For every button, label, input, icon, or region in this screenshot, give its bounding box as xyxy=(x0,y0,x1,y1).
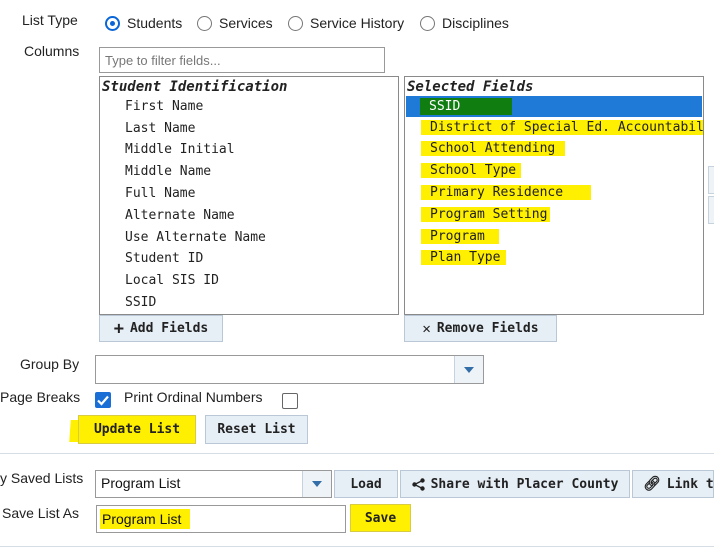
selected-field-item[interactable]: Program Setting xyxy=(421,207,551,222)
columns-label: Columns xyxy=(24,43,80,59)
section-divider xyxy=(0,453,714,454)
selected-field-item[interactable]: District of Special Ed. Accountability xyxy=(421,120,703,135)
saved-lists-value: Program List xyxy=(101,475,181,491)
radio-students[interactable]: Students xyxy=(105,15,182,31)
remove-fields-button[interactable]: ✕ Remove Fields xyxy=(404,315,557,342)
close-icon: ✕ xyxy=(422,320,431,337)
available-field-item[interactable]: First Name xyxy=(125,99,203,114)
radio-service-history-label: Service History xyxy=(310,15,405,31)
selected-field-item[interactable]: Plan Type xyxy=(421,250,507,265)
group-by-label: Group By xyxy=(20,356,80,372)
page-breaks-label: Page Breaks xyxy=(0,389,81,405)
link-label: Link to xyxy=(666,476,714,492)
share-button[interactable]: Share with Placer County xyxy=(400,470,630,498)
radio-services-label: Services xyxy=(219,15,273,31)
selected-field-item[interactable]: School Type xyxy=(421,163,522,178)
radio-service-history-button[interactable] xyxy=(288,15,303,31)
radio-service-history[interactable]: Service History xyxy=(288,15,404,31)
radio-disciplines[interactable]: Disciplines xyxy=(420,15,509,31)
save-list-as-input[interactable]: Program List xyxy=(96,505,346,533)
selected-field-item[interactable]: Program xyxy=(421,229,499,244)
saved-lists-label: y Saved Lists xyxy=(0,470,84,486)
share-icon xyxy=(411,477,425,491)
group-by-select[interactable] xyxy=(95,355,484,384)
selected-field-item[interactable]: School Attending xyxy=(421,141,566,156)
available-field-item[interactable]: Use Alternate Name xyxy=(125,230,266,245)
radio-services[interactable]: Services xyxy=(197,15,273,31)
add-fields-button[interactable]: + Add Fields xyxy=(99,315,223,342)
available-field-item[interactable]: Middle Initial xyxy=(125,142,235,157)
checkmark-icon xyxy=(97,395,109,406)
plus-icon: + xyxy=(113,318,124,339)
save-label: Save xyxy=(364,510,397,526)
available-field-item[interactable]: Student ID xyxy=(125,251,203,266)
print-ordinal-label: Print Ordinal Numbers xyxy=(124,389,263,405)
save-list-as-label: Save List As xyxy=(2,505,80,521)
selected-fields-list[interactable]: Selected Fields SSID District of Special… xyxy=(404,76,704,315)
available-field-item[interactable]: Last Name xyxy=(125,121,195,136)
radio-students-button[interactable] xyxy=(105,15,120,31)
add-fields-label: Add Fields xyxy=(129,321,209,336)
update-list-button[interactable]: Update List xyxy=(78,415,196,444)
print-ordinal-checkbox[interactable] xyxy=(282,393,298,409)
remove-fields-label: Remove Fields xyxy=(436,321,539,336)
link-button[interactable]: 🔗︎ Link to xyxy=(632,470,714,498)
bottom-divider xyxy=(0,546,714,547)
available-fields-list[interactable]: Student Identification First Name Last N… xyxy=(99,76,399,315)
load-button[interactable]: Load xyxy=(334,470,398,498)
edge-scroll-control[interactable] xyxy=(708,196,714,224)
radio-disciplines-button[interactable] xyxy=(420,15,435,31)
group-header-student-identification: Student Identification xyxy=(102,79,288,95)
list-type-label: List Type xyxy=(22,12,78,28)
available-field-item[interactable]: Middle Name xyxy=(125,164,211,179)
chevron-down-icon[interactable] xyxy=(302,471,331,497)
selected-fields-header: Selected Fields xyxy=(407,79,534,95)
save-button[interactable]: Save xyxy=(350,504,411,532)
available-field-item[interactable]: Local SIS ID xyxy=(125,273,219,288)
filter-fields-input[interactable] xyxy=(99,47,385,73)
save-list-as-value: Program List xyxy=(102,511,182,527)
available-field-item[interactable]: Alternate Name xyxy=(125,208,235,223)
load-label: Load xyxy=(350,476,382,492)
selected-field-item[interactable]: Primary Residence xyxy=(421,185,592,200)
reset-list-button[interactable]: Reset List xyxy=(205,415,308,444)
radio-services-button[interactable] xyxy=(197,15,212,31)
chevron-down-icon[interactable] xyxy=(454,356,483,383)
available-field-item[interactable]: SSID xyxy=(125,295,156,310)
update-list-label: Update List xyxy=(93,422,181,437)
reset-list-label: Reset List xyxy=(217,422,296,437)
radio-disciplines-label: Disciplines xyxy=(442,15,509,31)
radio-students-label: Students xyxy=(127,15,183,31)
saved-lists-select[interactable]: Program List xyxy=(95,470,332,498)
link-icon: 🔗︎ xyxy=(643,476,661,492)
share-label: Share with Placer County xyxy=(430,476,619,492)
available-field-item[interactable]: Full Name xyxy=(125,186,195,201)
selected-field-item[interactable]: SSID xyxy=(429,99,460,114)
page-breaks-checkbox[interactable] xyxy=(95,392,111,408)
edge-scroll-control[interactable] xyxy=(708,166,714,194)
